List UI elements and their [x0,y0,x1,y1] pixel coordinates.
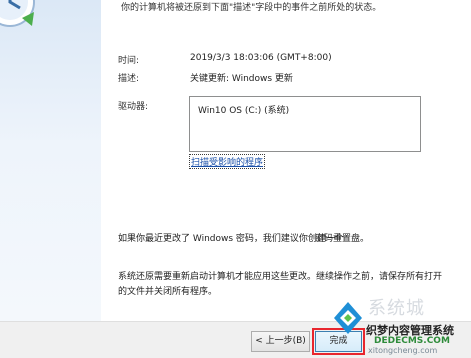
watermark-url: DEDECMS.COM [374,336,450,346]
back-button[interactable]: < 上一步(B) [251,331,310,352]
drive-label: 驱动器: [118,102,149,112]
watermark-url-secondary: xitongcheng.com [368,346,438,355]
description-label: 描述: [118,74,140,84]
description-value: 关键更新: Windows 更新 [190,74,293,84]
scan-affected-programs-link[interactable]: 扫描受影响的程序 [189,154,266,169]
drive-item[interactable]: Win10 OS (C:) (系统) [198,103,289,116]
watermark-title: 系统城 [368,298,425,319]
site-watermark: 系统城 织梦内容管理系统 DEDECMS.COM xitongcheng.com [328,292,471,358]
system-restore-icon [0,0,35,27]
password-note: 如果你最近更改了 Windows 密码，我们建议你创建一个 [118,234,344,244]
time-value: 2019/3/3 18:03:06 (GMT+8:00) [190,53,332,63]
drive-list[interactable]: Win10 OS (C:) (系统) [189,96,421,152]
time-label: 时间: [118,56,140,66]
wizard-sidebar [0,0,101,321]
intro-text: 你的计算机将被还原到下面"描述"字段中的事件之前所处的状态。 [121,3,382,13]
watermark-logo-icon [334,302,362,334]
create-reset-disk-link[interactable]: 密码重置盘。 [315,231,369,244]
